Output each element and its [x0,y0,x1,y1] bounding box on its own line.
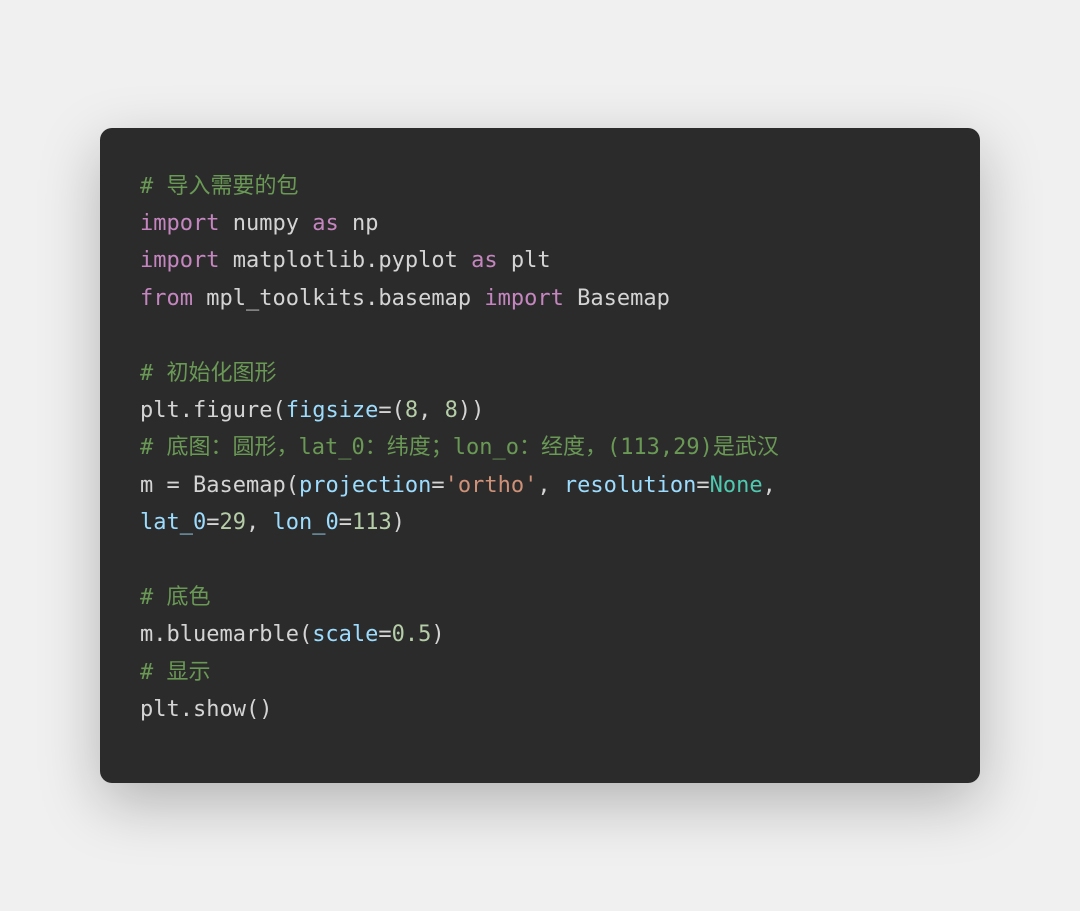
comment-line: # 底图：圆形，lat_0：纬度；lon_o：经度，(113,29)是武汉 [140,435,779,460]
code-pre: # 导入需要的包 import numpy as np import matpl… [140,168,940,729]
punct: , [418,398,445,423]
punct: ) [392,510,405,535]
param-name: projection [299,473,431,498]
alias: np [339,211,379,236]
keyword-as: as [471,248,498,273]
punct: , [763,473,790,498]
number: 8 [445,398,458,423]
keyword-import: import [140,248,219,273]
class-name: Basemap [564,286,670,311]
keyword-as: as [312,211,339,236]
call-expr: plt.show() [140,697,272,722]
punct: =( [378,398,405,423]
call-expr: m.bluemarble( [140,622,312,647]
punct: = [378,622,391,647]
module-name: matplotlib.pyplot [219,248,471,273]
punct: , [537,473,564,498]
alias: plt [498,248,551,273]
punct: = [206,510,219,535]
keyword-import: import [140,211,219,236]
module-name: numpy [219,211,312,236]
param-name: figsize [286,398,379,423]
param-name: lon_0 [272,510,338,535]
comment-line: # 初始化图形 [140,361,277,386]
number: 0.5 [392,622,432,647]
assign-expr: m = Basemap( [140,473,299,498]
punct: )) [458,398,485,423]
punct: = [431,473,444,498]
punct: = [696,473,709,498]
keyword-from: from [140,286,193,311]
module-name: mpl_toolkits.basemap [193,286,484,311]
param-name: scale [312,622,378,647]
code-content: # 导入需要的包 import numpy as np import matpl… [140,174,789,722]
comment-line: # 显示 [140,660,211,685]
param-name: resolution [564,473,696,498]
comment-line: # 底色 [140,585,211,610]
comment-line: # 导入需要的包 [140,174,299,199]
number: 8 [405,398,418,423]
punct: ) [431,622,444,647]
number: 29 [219,510,246,535]
code-block: # 导入需要的包 import numpy as np import matpl… [100,128,980,784]
string: 'ortho' [445,473,538,498]
none-literal: None [710,473,763,498]
punct: , [246,510,273,535]
number: 113 [352,510,392,535]
param-name: lat_0 [140,510,206,535]
call-expr: plt.figure( [140,398,286,423]
punct: = [339,510,352,535]
keyword-import: import [484,286,563,311]
